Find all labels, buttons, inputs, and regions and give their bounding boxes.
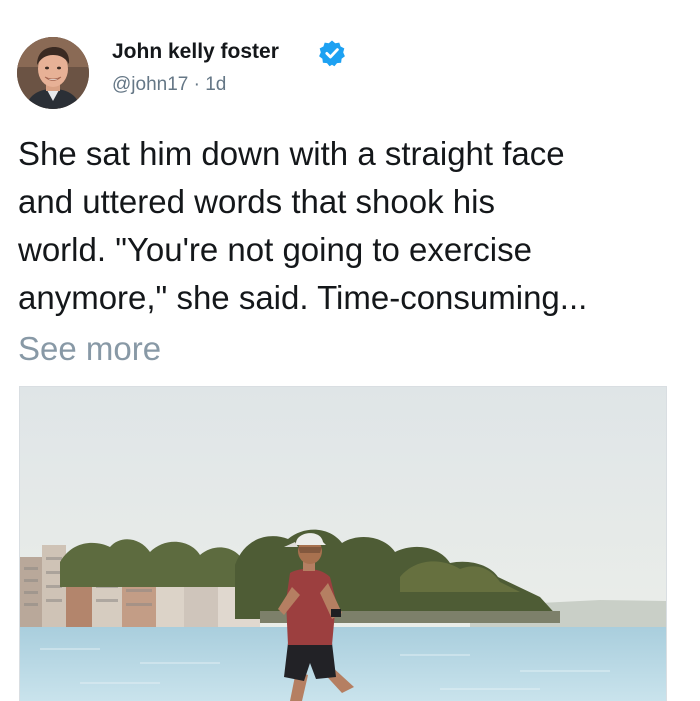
- post-text-line: anymore," she said. Time-consuming...: [18, 279, 588, 316]
- post-timestamp[interactable]: 1d: [205, 74, 226, 95]
- runner-photo: [20, 387, 666, 701]
- post-text-line: and uttered words that shook his: [18, 183, 495, 220]
- author-name[interactable]: John kelly foster: [112, 40, 279, 64]
- verified-badge-icon: [319, 40, 345, 67]
- post-text-line: world. "You're not going to exercise: [18, 231, 532, 268]
- meta-separator: ·: [193, 74, 200, 95]
- author-avatar[interactable]: [17, 37, 89, 109]
- author-meta: @john17 · 1d: [112, 74, 226, 96]
- post-media-image[interactable]: [19, 386, 667, 701]
- post-text: She sat him down with a straight face an…: [18, 130, 700, 322]
- see-more-link[interactable]: See more: [18, 325, 161, 373]
- author-handle[interactable]: @john17: [112, 74, 188, 95]
- avatar-photo: [17, 37, 89, 109]
- post-card: John kelly foster @john17 · 1d She sat h…: [0, 0, 700, 701]
- post-text-line: She sat him down with a straight face: [18, 135, 565, 172]
